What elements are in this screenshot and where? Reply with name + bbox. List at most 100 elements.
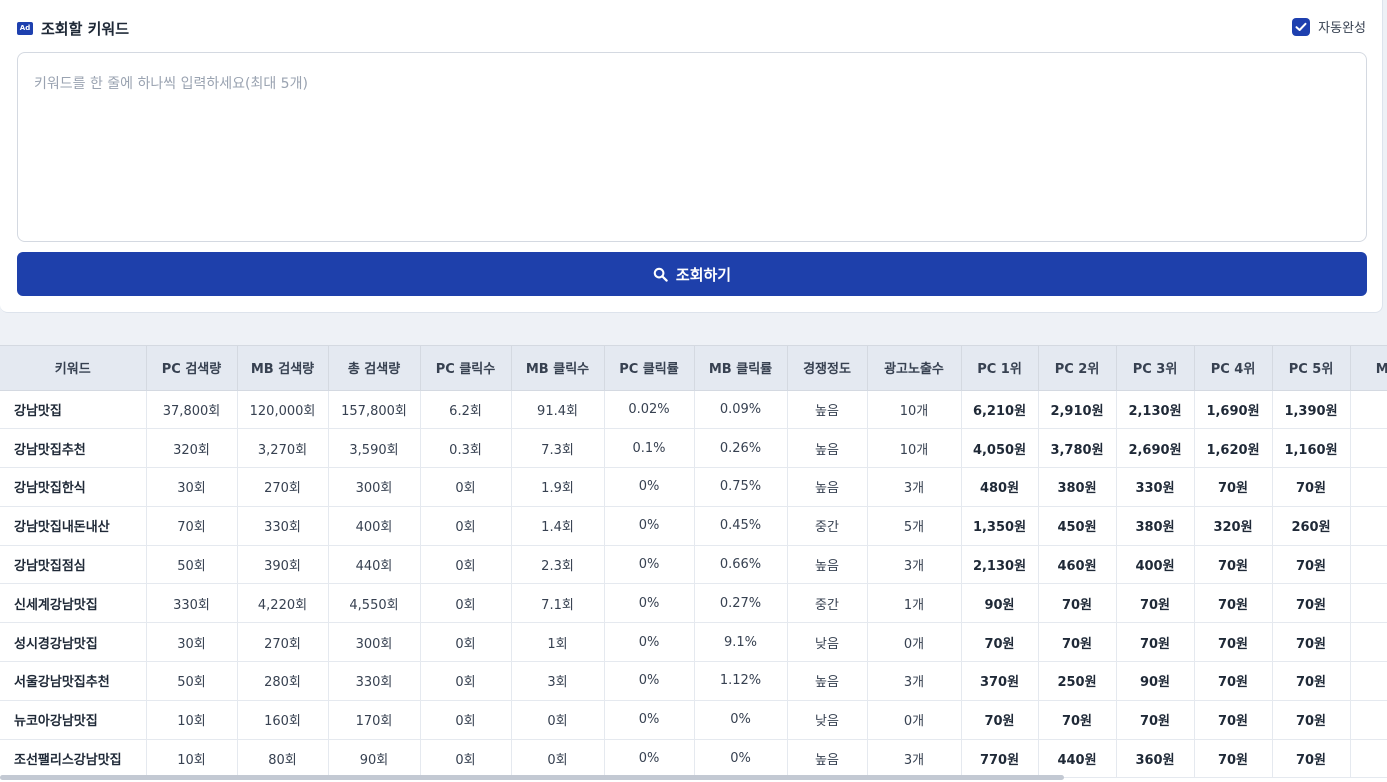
table-cell: 330회 — [237, 506, 329, 546]
table-cell: 90원 — [1116, 661, 1195, 701]
keyword-cell: 강남맛집내돈내산 — [0, 506, 147, 546]
column-header[interactable]: PC 5위 — [1272, 346, 1351, 391]
table-cell: 70원 — [1272, 739, 1351, 779]
table-cell: 4,050원 — [961, 428, 1039, 469]
column-header[interactable]: PC 3위 — [1116, 346, 1195, 391]
table-cell: 6,210원 — [961, 390, 1039, 430]
table-cell: 10회 — [146, 739, 238, 779]
search-button[interactable]: 조회하기 — [17, 252, 1367, 296]
table-cell: 0회 — [420, 583, 512, 624]
table-cell: 37,800회 — [146, 390, 238, 430]
table-cell: 높음 — [787, 661, 868, 701]
column-header[interactable]: PC 클릭수 — [420, 346, 512, 391]
table-row[interactable]: 강남맛집내돈내산 70회 330회 400회 0회 1.4회 0% 0.45% 중간 5개 1,35… — [0, 506, 1387, 546]
column-header[interactable]: PC 클릭률 — [604, 346, 695, 391]
table-row[interactable]: 강남맛집한식 30회 270회 300회 0회 1.9회 0% 0.75% 높음 3개 480원 38… — [0, 467, 1387, 507]
table-cell: 440원 — [1038, 739, 1117, 779]
table-cell: 0회 — [420, 700, 512, 740]
table-cell: 3회 — [511, 661, 605, 701]
table-cell: 400원 — [1116, 545, 1195, 585]
table-cell: 7.3회 — [511, 428, 605, 469]
table-cell: 160회 — [237, 700, 329, 740]
table-cell: 300회 — [328, 467, 421, 507]
check-icon — [1295, 22, 1307, 31]
table-cell: 0회 — [511, 700, 605, 740]
table-cell: 70원 — [1038, 583, 1117, 624]
autocomplete-label: 자동완성 — [1318, 21, 1366, 36]
table-cell: 450원 — [1038, 506, 1117, 546]
table-cell: 0% — [604, 700, 695, 740]
table-cell: 170회 — [328, 700, 421, 740]
column-header[interactable]: PC 2위 — [1038, 346, 1117, 391]
table-cell: 270회 — [237, 467, 329, 507]
table-cell: 80회 — [237, 739, 329, 779]
table-cell: 1개 — [867, 583, 962, 624]
column-header[interactable]: 키워드 — [0, 346, 147, 391]
table-row[interactable]: 서울강남맛집추천 50회 280회 330회 0회 3회 0% 1.12% 높음 3개 370원 25… — [0, 661, 1387, 701]
table-cell: 3개 — [867, 467, 962, 507]
table-cell: 34 — [1350, 661, 1387, 701]
table-cell: 중간 — [787, 506, 868, 546]
table-cell: 90원 — [961, 583, 1039, 624]
table-row[interactable]: 강남맛집 37,800회 120,000회 157,800회 6.2회 91.4회 0.02… — [0, 390, 1387, 430]
table-cell: 1회 — [511, 622, 605, 663]
autocomplete-checkbox[interactable] — [1292, 17, 1311, 36]
table-cell: 380원 — [1038, 467, 1117, 507]
column-header[interactable]: MB 1위 — [1350, 346, 1387, 391]
table-cell: 440회 — [328, 545, 421, 585]
table-cell: 0.45% — [694, 506, 788, 546]
table-cell: 120,000회 — [237, 390, 329, 430]
table-cell: 1.12% — [694, 661, 788, 701]
table-cell: 2,130원 — [1116, 390, 1195, 430]
table-cell: 9.1% — [694, 622, 788, 663]
column-header[interactable]: MB 클릭수 — [511, 346, 605, 391]
table-cell: 370원 — [961, 661, 1039, 701]
table-cell: 0회 — [420, 622, 512, 663]
table-cell: 70원 — [1272, 661, 1351, 701]
table-cell: 2,130원 — [961, 545, 1039, 585]
table-cell: 48 — [1350, 467, 1387, 507]
table-row[interactable]: 성시경강남맛집 30회 270회 300회 0회 1회 0% 9.1% 낮음 0개 70원 70원 70… — [0, 622, 1387, 663]
table-cell: 0% — [694, 739, 788, 779]
table-cell: 1,690원 — [1194, 390, 1273, 430]
keyword-cell: 서울강남맛집추천 — [0, 661, 147, 701]
table-row[interactable]: 강남맛집점심 50회 390회 440회 0회 2.3회 0% 0.66% 높음 3개 2,130원… — [0, 545, 1387, 585]
column-header[interactable]: PC 1위 — [961, 346, 1039, 391]
table-cell: 320회 — [146, 428, 238, 469]
table-cell: 1.9회 — [511, 467, 605, 507]
column-header[interactable]: 경쟁정도 — [787, 346, 868, 391]
table-cell: 2,910원 — [1038, 390, 1117, 430]
table-cell: 70원 — [1194, 739, 1273, 779]
table-row[interactable]: 조선팰리스강남맛집 10회 80회 90회 0회 0회 0% 0% 높음 3개 770원 440원 36… — [0, 739, 1387, 779]
table-row[interactable]: 강남맛집추천 320회 3,270회 3,590회 0.3회 7.3회 0.1% 0.26% 높… — [0, 428, 1387, 469]
table-cell: 0% — [604, 506, 695, 546]
table-cell: 10개 — [867, 428, 962, 469]
column-header[interactable]: 광고노출수 — [867, 346, 962, 391]
table-cell: 70원 — [1116, 583, 1195, 624]
column-header[interactable]: PC 4위 — [1194, 346, 1273, 391]
column-header[interactable]: MB 검색량 — [237, 346, 329, 391]
table-cell: 4,550회 — [328, 583, 421, 624]
table-cell: 7 — [1350, 700, 1387, 740]
column-header[interactable]: PC 검색량 — [146, 346, 238, 391]
table-cell: 50회 — [146, 661, 238, 701]
column-header[interactable]: 총 검색량 — [328, 346, 421, 391]
table-cell: 70원 — [961, 700, 1039, 740]
table-cell: 70원 — [1272, 700, 1351, 740]
horizontal-scrollbar[interactable] — [0, 775, 1064, 780]
keyword-input[interactable] — [17, 52, 1367, 242]
autocomplete-toggle[interactable]: 자동완성 — [1292, 17, 1366, 36]
keyword-cell: 강남맛집점심 — [0, 545, 147, 585]
table-cell: 0% — [694, 700, 788, 740]
table-cell: 1.4회 — [511, 506, 605, 546]
table-row[interactable]: 신세계강남맛집 330회 4,220회 4,550회 0회 7.1회 0% 0.27% 중간 1개… — [0, 583, 1387, 624]
table-row[interactable]: 뉴코아강남맛집 10회 160회 170회 0회 0회 0% 0% 낮음 0개 70원 70원 70원 7… — [0, 700, 1387, 740]
table-cell: 1,9 — [1350, 545, 1387, 585]
column-header[interactable]: MB 클릭률 — [694, 346, 788, 391]
table-cell: 10개 — [867, 390, 962, 430]
table-cell: 3개 — [867, 661, 962, 701]
table-cell: 390회 — [237, 545, 329, 585]
table-cell: 70원 — [1272, 622, 1351, 663]
results-table: 키워드 PC 검색량 MB 검색량 총 검색량 PC 클릭수 MB 클릭수 PC 클릭률 MB… — [0, 346, 1387, 779]
keyword-cell: 강남맛집 — [0, 390, 147, 430]
